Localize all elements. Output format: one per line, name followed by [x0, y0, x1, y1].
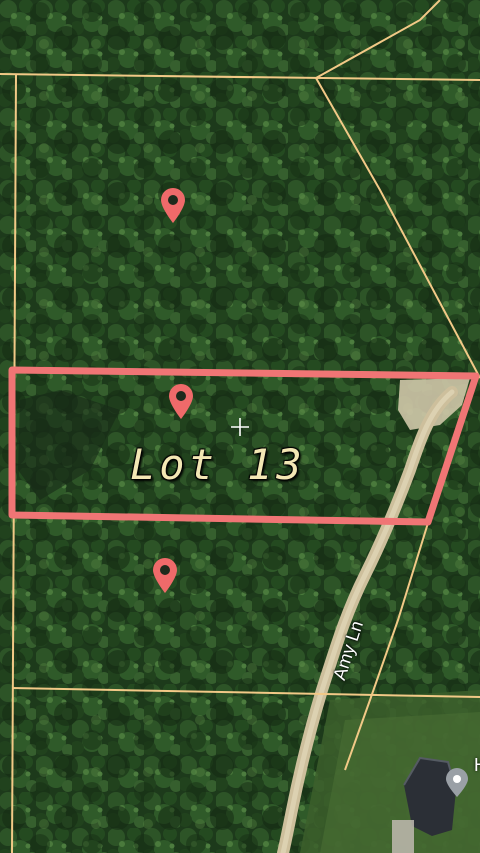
place-marker-icon[interactable]: [444, 768, 470, 798]
crosshair-icon: [231, 418, 249, 436]
location-pin-icon[interactable]: [166, 382, 196, 420]
place-label-partial: H: [474, 755, 480, 776]
satellite-map[interactable]: Lot 13 Amy Ln H: [0, 0, 480, 853]
location-pin-icon[interactable]: [158, 186, 188, 224]
location-pin-icon[interactable]: [150, 556, 180, 594]
lot-label: Lot 13: [130, 440, 306, 489]
